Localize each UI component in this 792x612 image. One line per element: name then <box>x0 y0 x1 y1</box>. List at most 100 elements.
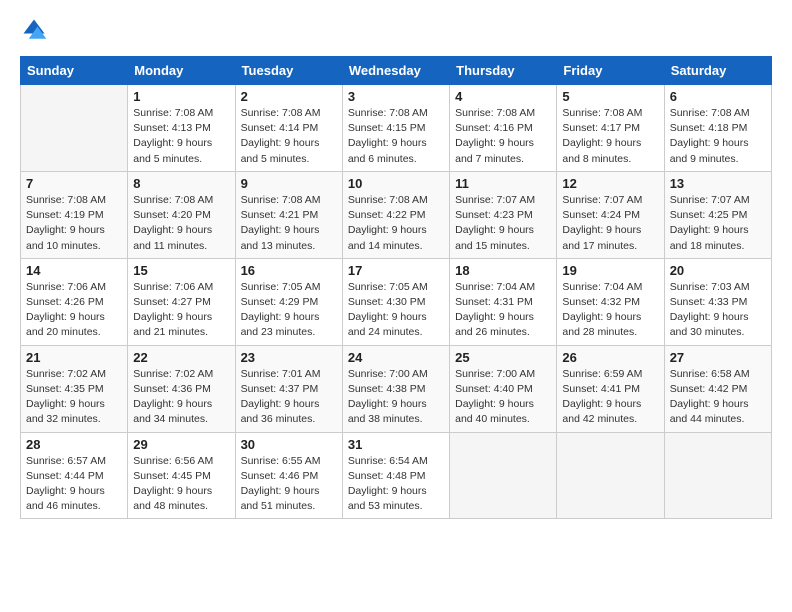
day-info: Sunrise: 7:00 AMSunset: 4:38 PMDaylight:… <box>348 367 444 428</box>
day-info: Sunrise: 6:56 AMSunset: 4:45 PMDaylight:… <box>133 454 229 515</box>
calendar-cell <box>450 432 557 519</box>
day-info: Sunrise: 7:05 AMSunset: 4:30 PMDaylight:… <box>348 280 444 341</box>
day-info: Sunrise: 7:04 AMSunset: 4:31 PMDaylight:… <box>455 280 551 341</box>
calendar-body: 1Sunrise: 7:08 AMSunset: 4:13 PMDaylight… <box>21 85 772 519</box>
header <box>20 16 772 44</box>
weekday-header: Saturday <box>664 57 771 85</box>
day-number: 8 <box>133 176 229 191</box>
day-number: 31 <box>348 437 444 452</box>
day-info: Sunrise: 7:06 AMSunset: 4:27 PMDaylight:… <box>133 280 229 341</box>
calendar-cell: 29 Sunrise: 6:56 AMSunset: 4:45 PMDayligh… <box>128 432 235 519</box>
day-info: Sunrise: 7:08 AMSunset: 4:14 PMDaylight:… <box>241 106 337 167</box>
day-number: 20 <box>670 263 766 278</box>
day-number: 26 <box>562 350 658 365</box>
day-info: Sunrise: 7:07 AMSunset: 4:23 PMDaylight:… <box>455 193 551 254</box>
day-number: 5 <box>562 89 658 104</box>
calendar-cell: 5 Sunrise: 7:08 AMSunset: 4:17 PMDaylight… <box>557 85 664 172</box>
logo <box>20 16 52 44</box>
calendar-cell: 22Sunrise: 7:02 AMSunset: 4:36 PMDayligh… <box>128 345 235 432</box>
calendar-cell: 7 Sunrise: 7:08 AMSunset: 4:19 PMDaylight… <box>21 171 128 258</box>
logo-icon <box>20 16 48 44</box>
calendar-header: SundayMondayTuesdayWednesdayThursdayFrid… <box>21 57 772 85</box>
calendar-cell: 11Sunrise: 7:07 AMSunset: 4:23 PMDayligh… <box>450 171 557 258</box>
weekday-header: Monday <box>128 57 235 85</box>
day-number: 12 <box>562 176 658 191</box>
day-number: 16 <box>241 263 337 278</box>
day-info: Sunrise: 7:08 AMSunset: 4:21 PMDaylight:… <box>241 193 337 254</box>
day-info: Sunrise: 7:04 AMSunset: 4:32 PMDaylight:… <box>562 280 658 341</box>
day-number: 6 <box>670 89 766 104</box>
calendar-cell <box>557 432 664 519</box>
calendar-cell: 12 Sunrise: 7:07 AMSunset: 4:24 PMDayligh… <box>557 171 664 258</box>
calendar-cell: 23 Sunrise: 7:01 AMSunset: 4:37 PMDayligh… <box>235 345 342 432</box>
calendar-cell: 27Sunrise: 6:58 AMSunset: 4:42 PMDayligh… <box>664 345 771 432</box>
calendar-cell: 18 Sunrise: 7:04 AMSunset: 4:31 PMDayligh… <box>450 258 557 345</box>
day-info: Sunrise: 7:08 AMSunset: 4:19 PMDaylight:… <box>26 193 122 254</box>
calendar-cell: 24 Sunrise: 7:00 AMSunset: 4:38 PMDayligh… <box>342 345 449 432</box>
weekday-header: Wednesday <box>342 57 449 85</box>
calendar-cell: 1Sunrise: 7:08 AMSunset: 4:13 PMDaylight… <box>128 85 235 172</box>
day-info: Sunrise: 6:58 AMSunset: 4:42 PMDaylight:… <box>670 367 766 428</box>
day-number: 24 <box>348 350 444 365</box>
calendar-cell: 19 Sunrise: 7:04 AMSunset: 4:32 PMDayligh… <box>557 258 664 345</box>
day-number: 4 <box>455 89 551 104</box>
day-info: Sunrise: 6:57 AMSunset: 4:44 PMDaylight:… <box>26 454 122 515</box>
day-info: Sunrise: 7:08 AMSunset: 4:18 PMDaylight:… <box>670 106 766 167</box>
day-number: 29 <box>133 437 229 452</box>
calendar: SundayMondayTuesdayWednesdayThursdayFrid… <box>20 56 772 519</box>
day-number: 18 <box>455 263 551 278</box>
calendar-cell: 31Sunrise: 6:54 AMSunset: 4:48 PMDayligh… <box>342 432 449 519</box>
weekday-header: Sunday <box>21 57 128 85</box>
day-number: 19 <box>562 263 658 278</box>
day-info: Sunrise: 6:55 AMSunset: 4:46 PMDaylight:… <box>241 454 337 515</box>
weekday-header: Thursday <box>450 57 557 85</box>
day-info: Sunrise: 7:08 AMSunset: 4:16 PMDaylight:… <box>455 106 551 167</box>
day-info: Sunrise: 7:08 AMSunset: 4:20 PMDaylight:… <box>133 193 229 254</box>
day-info: Sunrise: 7:06 AMSunset: 4:26 PMDaylight:… <box>26 280 122 341</box>
calendar-cell: 10 Sunrise: 7:08 AMSunset: 4:22 PMDayligh… <box>342 171 449 258</box>
day-number: 13 <box>670 176 766 191</box>
calendar-cell: 16Sunrise: 7:05 AMSunset: 4:29 PMDayligh… <box>235 258 342 345</box>
calendar-cell: 30Sunrise: 6:55 AMSunset: 4:46 PMDayligh… <box>235 432 342 519</box>
day-info: Sunrise: 7:08 AMSunset: 4:22 PMDaylight:… <box>348 193 444 254</box>
calendar-week-row: 1Sunrise: 7:08 AMSunset: 4:13 PMDaylight… <box>21 85 772 172</box>
day-number: 14 <box>26 263 122 278</box>
day-number: 1 <box>133 89 229 104</box>
day-info: Sunrise: 7:07 AMSunset: 4:24 PMDaylight:… <box>562 193 658 254</box>
day-info: Sunrise: 7:01 AMSunset: 4:37 PMDaylight:… <box>241 367 337 428</box>
calendar-week-row: 28 Sunrise: 6:57 AMSunset: 4:44 PMDayligh… <box>21 432 772 519</box>
day-info: Sunrise: 7:08 AMSunset: 4:15 PMDaylight:… <box>348 106 444 167</box>
calendar-cell: 9 Sunrise: 7:08 AMSunset: 4:21 PMDaylight… <box>235 171 342 258</box>
calendar-cell <box>21 85 128 172</box>
weekday-row: SundayMondayTuesdayWednesdayThursdayFrid… <box>21 57 772 85</box>
calendar-cell: 4 Sunrise: 7:08 AMSunset: 4:16 PMDaylight… <box>450 85 557 172</box>
day-number: 10 <box>348 176 444 191</box>
day-number: 23 <box>241 350 337 365</box>
day-number: 7 <box>26 176 122 191</box>
day-info: Sunrise: 7:03 AMSunset: 4:33 PMDaylight:… <box>670 280 766 341</box>
day-info: Sunrise: 6:59 AMSunset: 4:41 PMDaylight:… <box>562 367 658 428</box>
calendar-cell: 6 Sunrise: 7:08 AMSunset: 4:18 PMDaylight… <box>664 85 771 172</box>
calendar-week-row: 7 Sunrise: 7:08 AMSunset: 4:19 PMDaylight… <box>21 171 772 258</box>
weekday-header: Tuesday <box>235 57 342 85</box>
day-number: 28 <box>26 437 122 452</box>
page: SundayMondayTuesdayWednesdayThursdayFrid… <box>0 0 792 612</box>
calendar-cell: 26 Sunrise: 6:59 AMSunset: 4:41 PMDayligh… <box>557 345 664 432</box>
calendar-cell: 3 Sunrise: 7:08 AMSunset: 4:15 PMDaylight… <box>342 85 449 172</box>
weekday-header: Friday <box>557 57 664 85</box>
calendar-cell: 20 Sunrise: 7:03 AMSunset: 4:33 PMDayligh… <box>664 258 771 345</box>
calendar-cell: 14 Sunrise: 7:06 AMSunset: 4:26 PMDayligh… <box>21 258 128 345</box>
day-number: 2 <box>241 89 337 104</box>
day-number: 3 <box>348 89 444 104</box>
calendar-cell: 21Sunrise: 7:02 AMSunset: 4:35 PMDayligh… <box>21 345 128 432</box>
day-info: Sunrise: 7:07 AMSunset: 4:25 PMDaylight:… <box>670 193 766 254</box>
day-number: 9 <box>241 176 337 191</box>
day-number: 25 <box>455 350 551 365</box>
calendar-cell: 25 Sunrise: 7:00 AMSunset: 4:40 PMDayligh… <box>450 345 557 432</box>
day-number: 21 <box>26 350 122 365</box>
day-info: Sunrise: 7:00 AMSunset: 4:40 PMDaylight:… <box>455 367 551 428</box>
calendar-cell <box>664 432 771 519</box>
day-info: Sunrise: 7:08 AMSunset: 4:17 PMDaylight:… <box>562 106 658 167</box>
day-info: Sunrise: 7:02 AMSunset: 4:36 PMDaylight:… <box>133 367 229 428</box>
calendar-cell: 2 Sunrise: 7:08 AMSunset: 4:14 PMDaylight… <box>235 85 342 172</box>
